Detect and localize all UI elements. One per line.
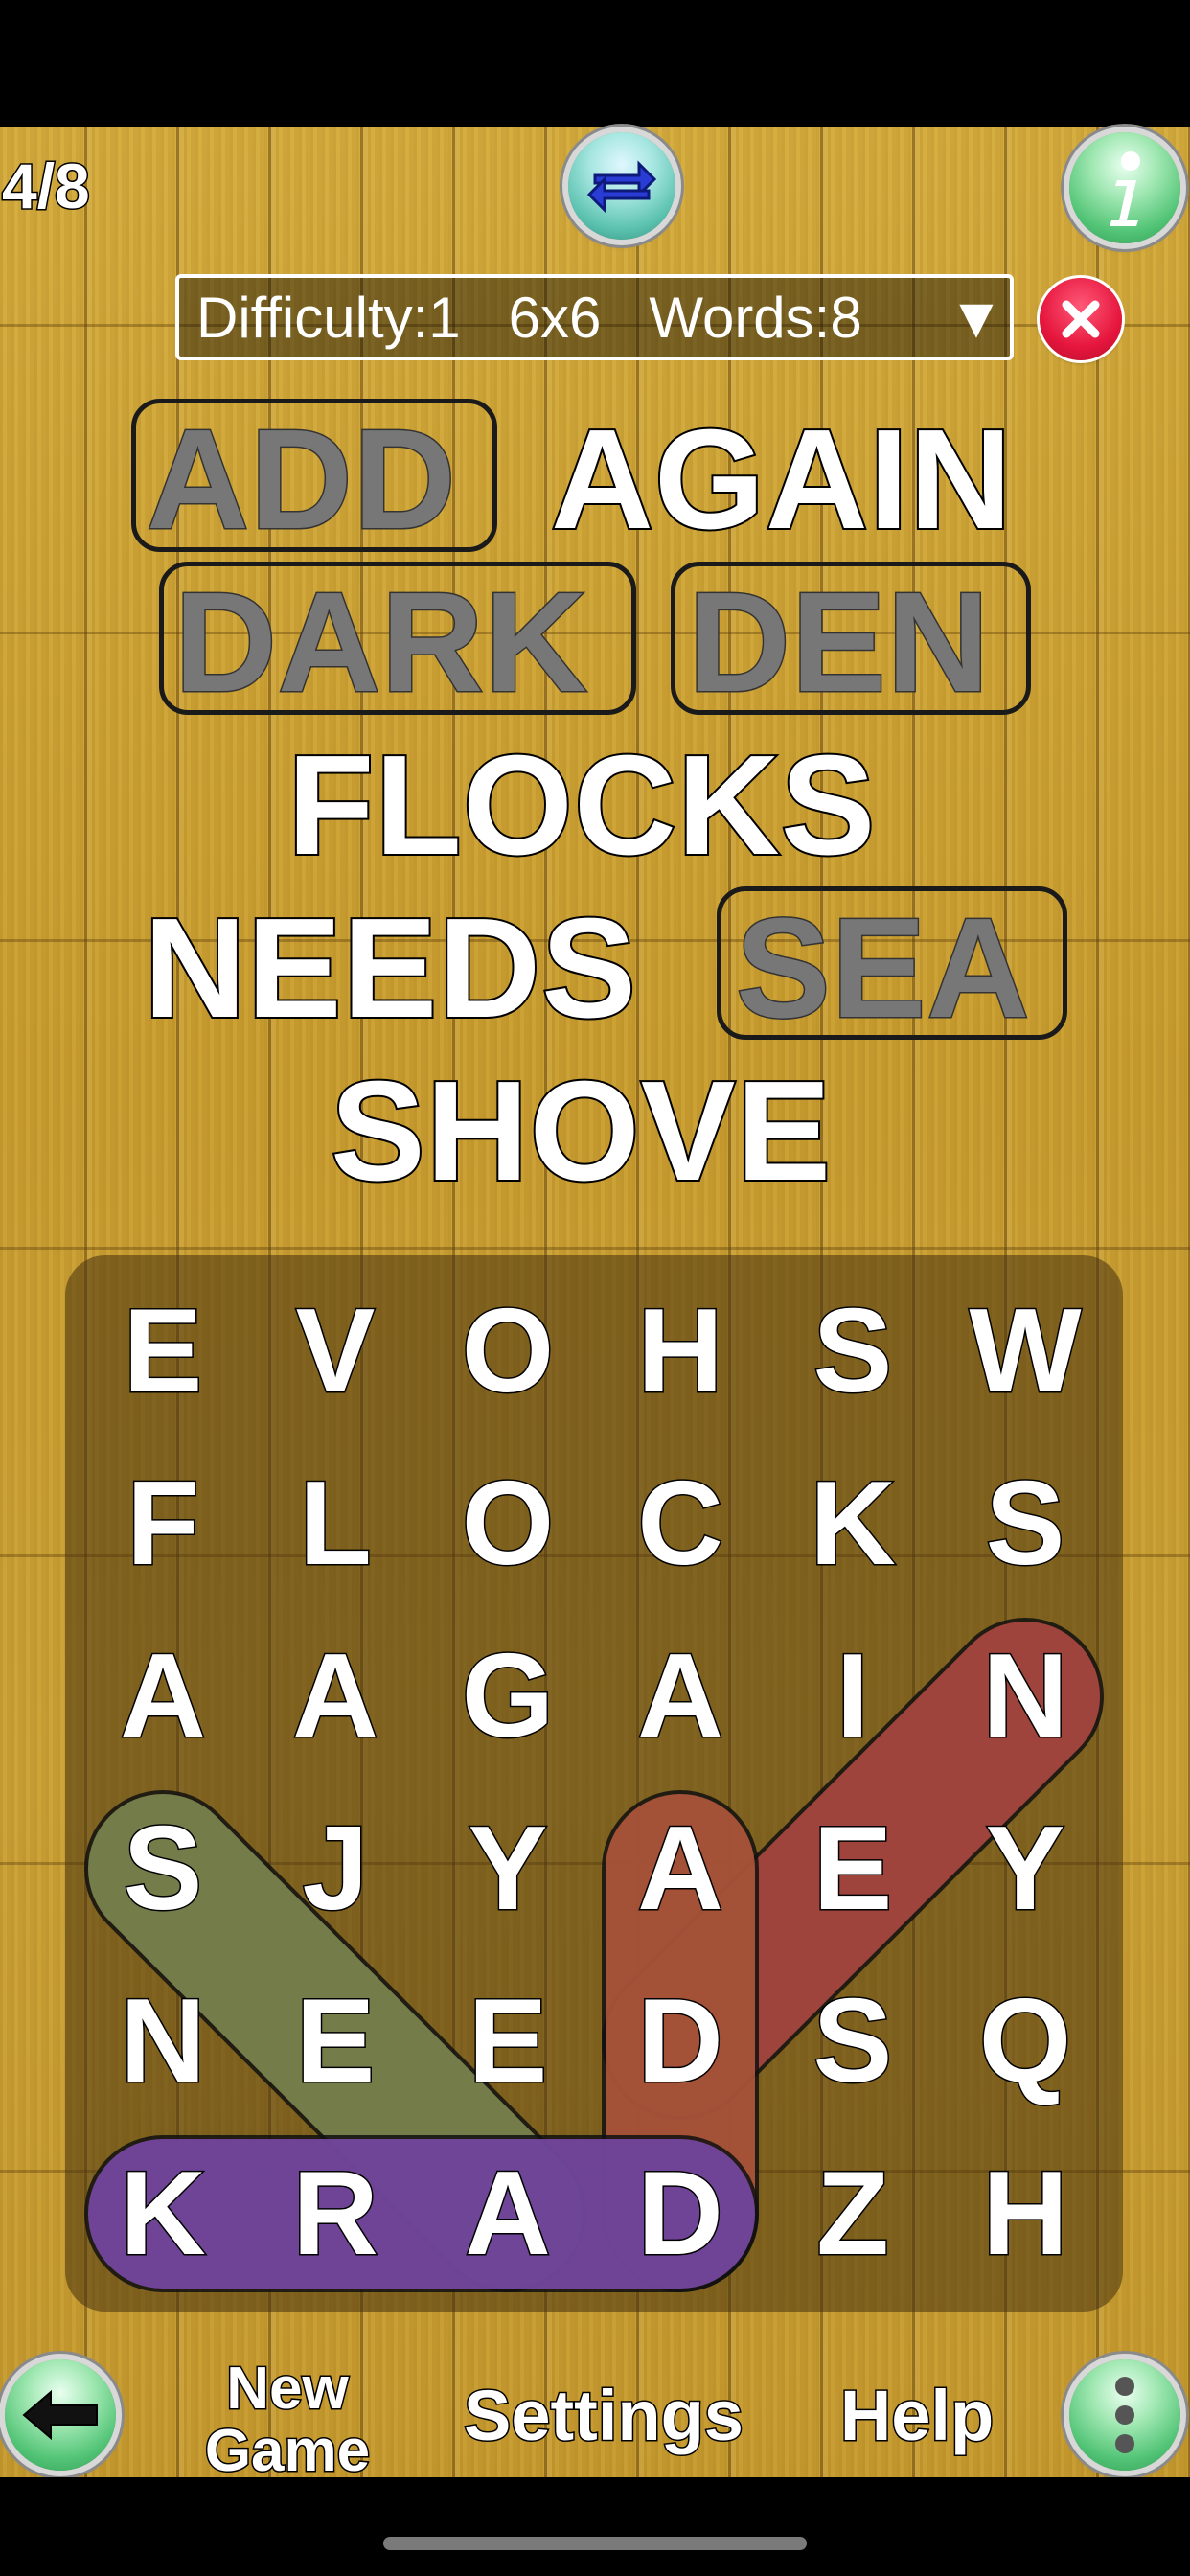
grid-cell[interactable]: G <box>422 1610 594 1782</box>
grid-cell[interactable]: V <box>249 1265 422 1438</box>
grid-cell[interactable]: H <box>594 1265 767 1438</box>
grid-cell[interactable]: S <box>939 1438 1111 1610</box>
grid-cell[interactable]: O <box>422 1265 594 1438</box>
grid-cell[interactable]: N <box>77 1955 249 2128</box>
found-counter: 4/8 <box>1 150 92 223</box>
grid-cell[interactable]: L <box>249 1438 422 1610</box>
home-bar-area <box>0 2477 1190 2576</box>
word-den: DEN <box>686 564 991 722</box>
grid-cell[interactable]: R <box>249 2128 422 2300</box>
arrow-left-icon <box>22 2389 98 2441</box>
swap-arrows-icon <box>586 160 657 214</box>
back-button[interactable] <box>5 2359 116 2471</box>
word-flocks: FLOCKS <box>286 726 877 885</box>
word-shove: SHOVE <box>329 1052 833 1210</box>
more-vertical-icon <box>1115 2377 1134 2453</box>
close-button[interactable] <box>1040 278 1122 360</box>
grid-cell[interactable]: E <box>422 1955 594 2128</box>
word-add: ADD <box>146 401 458 559</box>
grid-cell[interactable]: I <box>767 1610 939 1782</box>
new-game-button[interactable]: New Game <box>182 2356 393 2485</box>
grid-cell[interactable]: K <box>77 2128 249 2300</box>
info-icon <box>1110 151 1140 226</box>
word-again: AGAIN <box>549 401 1014 559</box>
info-button[interactable] <box>1069 132 1180 243</box>
letter-grid[interactable]: EVOHSWFLOCKSAAGAINSJYAEYNEEDSQKRADZH <box>65 1255 1123 2312</box>
word-sea: SEA <box>734 889 1031 1047</box>
grid-cell[interactable]: Y <box>939 1782 1111 1955</box>
chevron-down-icon: ▼ <box>948 285 1005 350</box>
grid-cell[interactable]: O <box>422 1438 594 1610</box>
grid-cell[interactable]: E <box>249 1955 422 2128</box>
grid-cell[interactable]: H <box>939 2128 1111 2300</box>
new-game-label: New Game <box>203 2356 371 2485</box>
grid-cell[interactable]: A <box>594 1782 767 1955</box>
grid-cell[interactable]: C <box>594 1438 767 1610</box>
menu-button[interactable] <box>1069 2359 1180 2471</box>
grid-cell[interactable]: S <box>77 1782 249 1955</box>
grid-cell[interactable]: A <box>594 1610 767 1782</box>
difficulty-label: Difficulty:1 6x6 Words:8 <box>196 285 862 350</box>
grid-cell[interactable]: E <box>77 1265 249 1438</box>
grid-cell[interactable]: N <box>939 1610 1111 1782</box>
grid-cell[interactable]: J <box>249 1782 422 1955</box>
grid-cell[interactable]: A <box>422 2128 594 2300</box>
grid-cell[interactable]: S <box>767 1955 939 2128</box>
grid-cell[interactable]: A <box>249 1610 422 1782</box>
difficulty-selector[interactable]: Difficulty:1 6x6 Words:8 ▼ <box>175 274 1014 360</box>
grid-cell[interactable]: D <box>594 2128 767 2300</box>
grid-cell[interactable]: S <box>767 1265 939 1438</box>
grid-cell[interactable]: Q <box>939 1955 1111 2128</box>
grid-cell[interactable]: W <box>939 1265 1111 1438</box>
grid-cell[interactable]: A <box>77 1610 249 1782</box>
grid-cell[interactable]: E <box>767 1782 939 1955</box>
help-button[interactable]: Help <box>826 2379 1008 2452</box>
status-bar <box>0 0 1190 126</box>
home-indicator <box>383 2537 807 2550</box>
grid-cell[interactable]: D <box>594 1955 767 2128</box>
word-needs: NEEDS <box>142 889 638 1047</box>
close-icon <box>1062 300 1100 338</box>
swap-button[interactable] <box>568 132 675 240</box>
grid-cell[interactable]: Z <box>767 2128 939 2300</box>
settings-button[interactable]: Settings <box>450 2379 757 2452</box>
grid-cell[interactable]: Y <box>422 1782 594 1955</box>
grid-cell[interactable]: K <box>767 1438 939 1610</box>
word-dark: DARK <box>173 564 589 722</box>
grid-cell[interactable]: F <box>77 1438 249 1610</box>
